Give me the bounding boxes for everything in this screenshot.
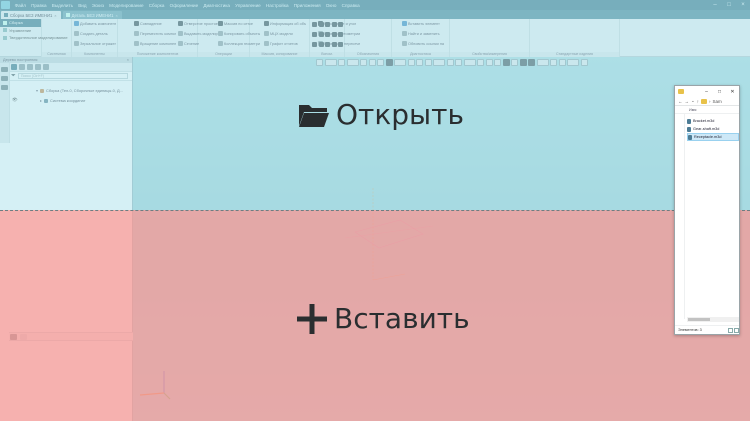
model-file-icon <box>688 134 692 140</box>
horizontal-scrollbar[interactable] <box>687 317 739 322</box>
explorer-titlebar[interactable]: – □ ✕ <box>675 86 739 97</box>
chevron-right-icon: › <box>709 98 711 104</box>
file-name: Receptacle.m3d <box>694 135 722 139</box>
column-header-name[interactable]: Имя <box>675 106 739 114</box>
explorer-status-bar: Элементов: 3 <box>675 325 739 334</box>
view-toggles <box>728 327 739 333</box>
insert-label-text: Вставить <box>334 302 470 335</box>
file-name: Bracket.m3d <box>693 119 715 123</box>
chevron-down-icon[interactable]: ⌄ <box>691 98 695 104</box>
explorer-nav-pane <box>675 114 685 319</box>
file-name: Gear-shaft.m3d <box>693 127 720 131</box>
tiles-view-icon[interactable] <box>734 327 739 333</box>
explorer-window-controls: – □ ✕ <box>700 89 739 95</box>
file-item[interactable]: Bracket.m3d <box>687 117 739 125</box>
item-count: Элементов: 3 <box>678 328 702 332</box>
open-drop-label: Открыть <box>298 98 464 131</box>
file-item[interactable]: Receptacle.m3d <box>687 133 739 141</box>
up-arrow-icon[interactable]: ↑ <box>697 99 699 104</box>
close-icon[interactable]: ✕ <box>726 89 739 95</box>
address-folder-icon <box>701 98 708 104</box>
minimize-icon[interactable]: – <box>700 89 713 95</box>
maximize-icon[interactable]: □ <box>713 89 726 95</box>
model-file-icon <box>687 126 691 132</box>
folder-icon <box>299 104 329 127</box>
open-label-text: Открыть <box>336 98 464 131</box>
explorer-nav-bar: ← → ⌄ ↑ › Sam <box>675 97 739 106</box>
scrollbar-thumb[interactable] <box>688 318 710 321</box>
insert-drop-label: Вставить <box>296 302 470 335</box>
folder-icon <box>678 89 684 94</box>
file-item[interactable]: Gear-shaft.m3d <box>687 125 739 133</box>
back-arrow-icon[interactable]: ← <box>678 99 683 104</box>
model-file-icon <box>687 118 691 124</box>
file-explorer-window: – □ ✕ ← → ⌄ ↑ › Sam Имя Bracket.m3d Gear-… <box>674 85 740 335</box>
plus-icon <box>297 303 327 334</box>
address-bar[interactable]: Sam <box>713 99 722 104</box>
details-view-icon[interactable] <box>728 327 733 333</box>
forward-arrow-icon[interactable]: → <box>685 99 690 104</box>
